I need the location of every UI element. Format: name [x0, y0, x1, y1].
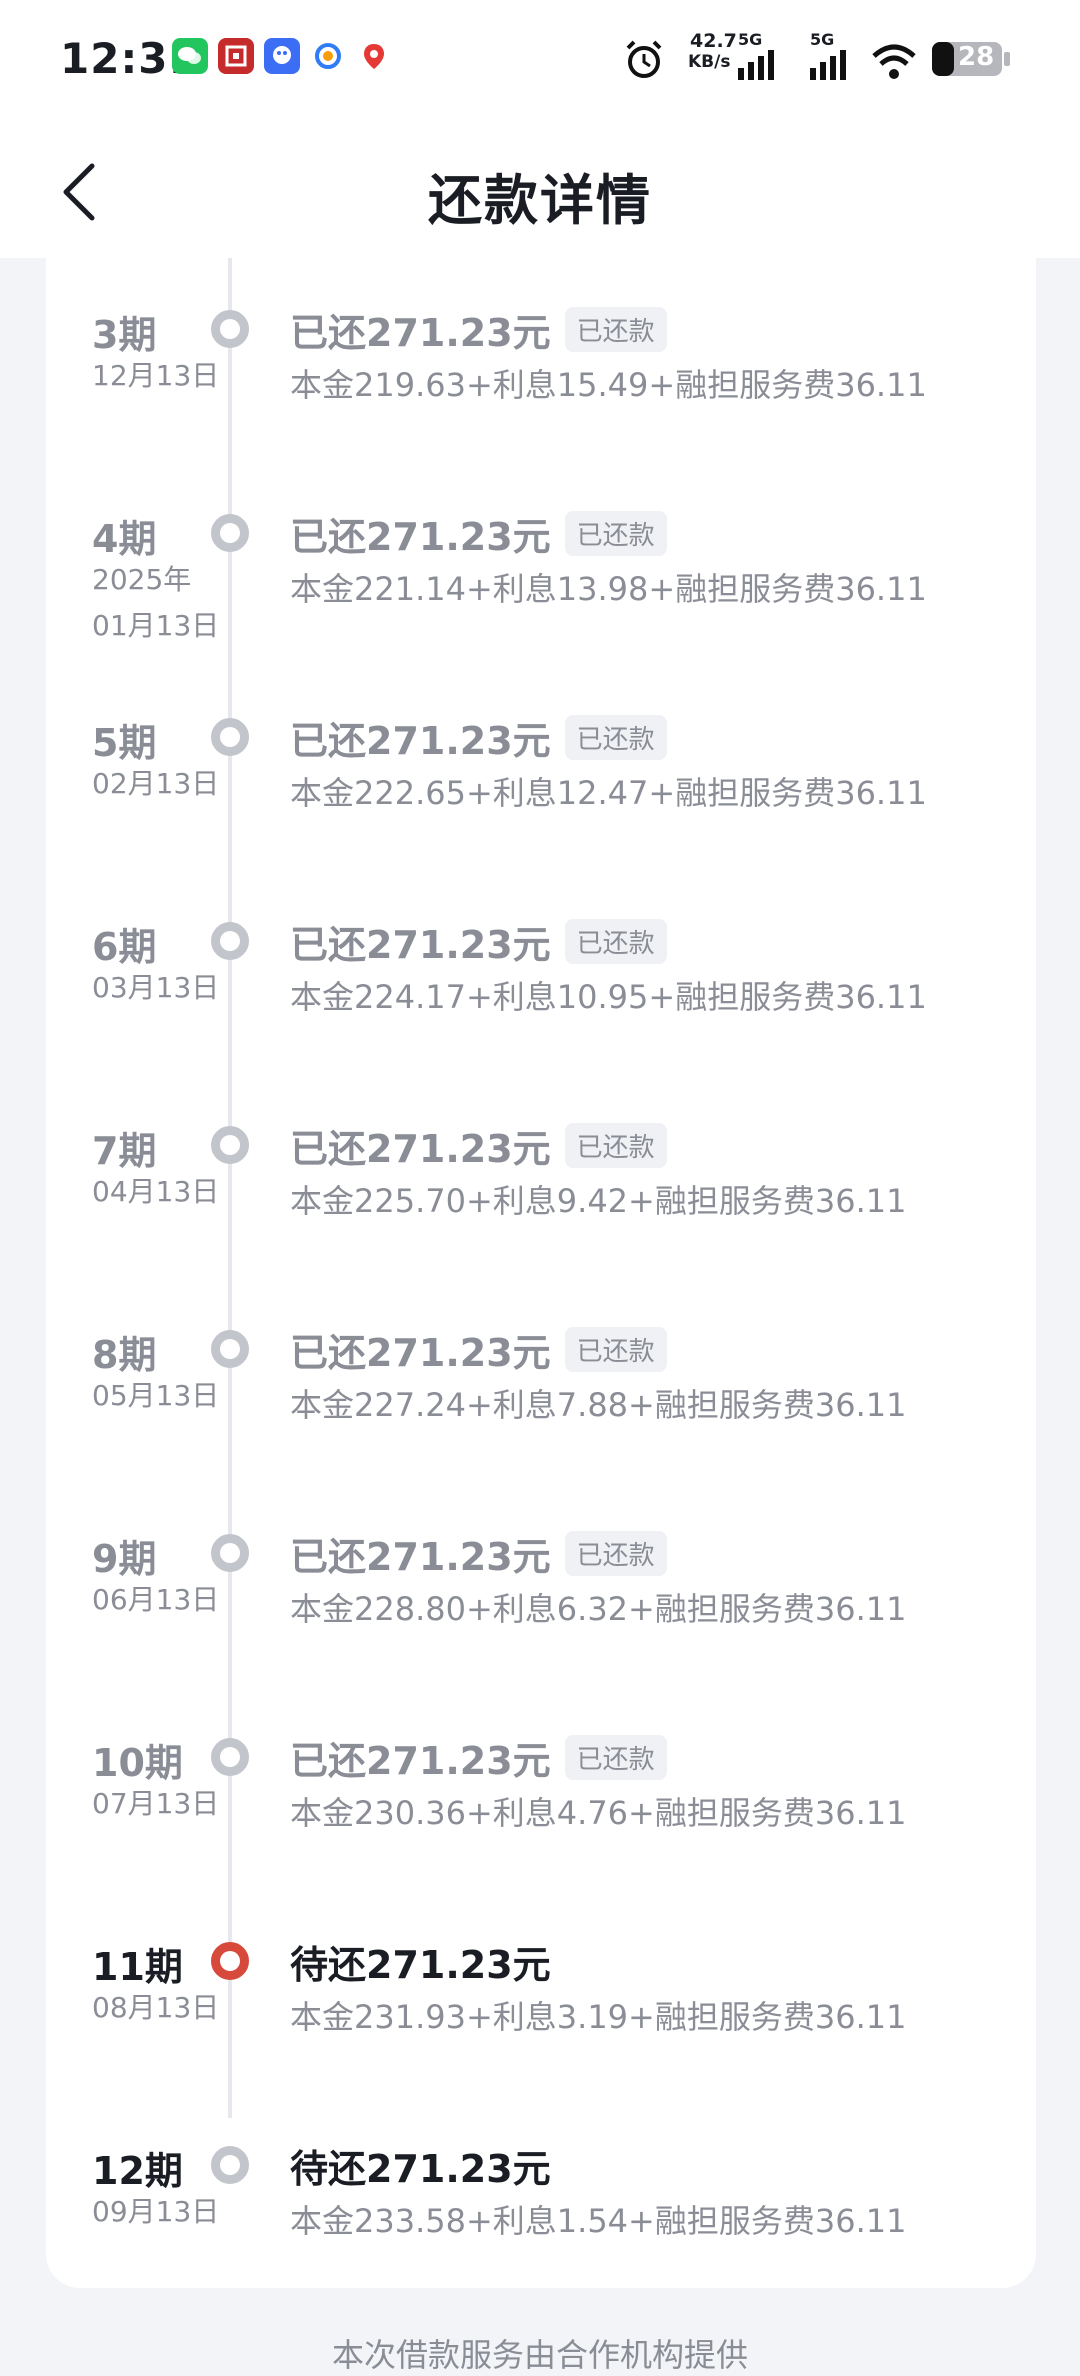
- installment-breakdown: 本金233.58+利息1.54+融担服务费36.11: [290, 2202, 907, 2240]
- installment-date: 04月13日: [92, 1175, 220, 1208]
- repayment-schedule-card: 3期 12月13日 已还271.23元 已还款 本金219.63+利息15.49+融担服…: [46, 258, 1036, 2288]
- installment-row[interactable]: 8期 05月13日 已还271.23元 已还款本金227.24+利息7.88+融担服务…: [46, 1300, 1036, 1500]
- timeline-dot-icon: [211, 922, 249, 960]
- installment-period: 8期: [92, 1333, 157, 1377]
- status-indicators: 42.7 KB/s 5G 5G 28: [620, 30, 1020, 82]
- installment-row[interactable]: 3期 12月13日 已还271.23元 已还款本金219.63+利息15.49+融担服…: [46, 280, 1036, 480]
- paid-status-badge: 已还款: [564, 1531, 667, 1576]
- installment-period: 4期: [92, 517, 157, 561]
- paid-status-badge: 已还款: [564, 1123, 667, 1168]
- installment-period: 7期: [92, 1129, 157, 1173]
- timeline-dot-icon: [211, 2146, 249, 2184]
- installment-breakdown: 本金224.17+利息10.95+融担服务费36.11: [290, 978, 927, 1016]
- bank-icon: [218, 38, 254, 74]
- installment-status: 已还271.23元 已还款: [290, 1322, 667, 1378]
- nav-bar: 还款详情: [0, 118, 1080, 258]
- net-speed: 42.7: [690, 30, 737, 52]
- installment-breakdown: 本金230.36+利息4.76+融担服务费36.11: [290, 1794, 907, 1832]
- installment-period: 10期: [92, 1741, 183, 1785]
- installment-breakdown: 本金227.24+利息7.88+融担服务费36.11: [290, 1386, 907, 1424]
- timeline-dot-icon: [211, 1126, 249, 1164]
- installment-date: 02月13日: [92, 767, 220, 800]
- installment-amount: 已还271.23元: [290, 515, 551, 559]
- installment-row[interactable]: 9期 06月13日 已还271.23元 已还款本金228.80+利息6.32+融担服务…: [46, 1504, 1036, 1704]
- installment-amount: 已还271.23元: [290, 1535, 551, 1579]
- installment-date: 03月13日: [92, 971, 220, 1004]
- installment-amount: 已还271.23元: [290, 719, 551, 763]
- installment-amount: 已还271.23元: [290, 923, 551, 967]
- wifi-icon: [872, 44, 916, 79]
- installment-breakdown: 本金222.65+利息12.47+融担服务费36.11: [290, 774, 927, 812]
- current-installment-dot-icon: [211, 1942, 249, 1980]
- installment-date: 01月13日: [92, 609, 220, 642]
- installment-status: 已还271.23元 已还款: [290, 1526, 667, 1582]
- installment-amount: 已还271.23元: [290, 1127, 551, 1171]
- installment-status: 待还271.23元: [290, 1934, 551, 1990]
- installment-date: 2025年: [92, 563, 192, 596]
- timeline-dot-icon: [211, 1738, 249, 1776]
- signal-label-1: 5G: [738, 30, 763, 49]
- paid-status-badge: 已还款: [564, 715, 667, 760]
- signal-label-2: 5G: [810, 30, 835, 49]
- signal-icon-2: [810, 50, 846, 80]
- battery-level: 28: [958, 42, 995, 72]
- alarm-icon: [626, 40, 662, 78]
- installment-breakdown: 本金228.80+利息6.32+融担服务费36.11: [290, 1590, 907, 1628]
- installment-status: 已还271.23元 已还款: [290, 1730, 667, 1786]
- installment-row[interactable]: 4期 2025年 01月13日 已还271.23元 已还款本金221.14+利息13.9…: [46, 484, 1036, 684]
- installment-row[interactable]: 5期 02月13日 已还271.23元 已还款本金222.65+利息12.47+融担服…: [46, 688, 1036, 888]
- installment-amount: 待还271.23元: [290, 2147, 551, 2191]
- timeline-dot-icon: [211, 310, 249, 348]
- paid-status-badge: 已还款: [564, 1735, 667, 1780]
- status-bar: 12:31 42.7 KB/s 5G 5G 28: [0, 0, 1080, 118]
- installment-date: 09月13日: [92, 2195, 220, 2228]
- installment-date: 08月13日: [92, 1991, 220, 2024]
- installment-row[interactable]: 10期 07月13日 已还271.23元 已还款本金230.36+利息4.76+融担服…: [46, 1708, 1036, 1908]
- footer-note: 本次借款服务由合作机构提供: [331, 2336, 748, 2374]
- paid-status-badge: 已还款: [564, 511, 667, 556]
- signal-icon-1: [738, 50, 774, 80]
- timeline-dot-icon: [211, 1330, 249, 1368]
- installment-period: 11期: [92, 1945, 183, 1989]
- installment-status: 已还271.23元 已还款: [290, 914, 667, 970]
- browser-icon: [310, 38, 346, 74]
- installment-date: 05月13日: [92, 1379, 220, 1412]
- net-unit: KB/s: [688, 52, 731, 72]
- paid-status-badge: 已还款: [564, 307, 667, 352]
- installment-status: 待还271.23元: [290, 2138, 551, 2194]
- installment-period: 12期: [92, 2149, 183, 2193]
- timeline-dot-icon: [211, 514, 249, 552]
- installment-amount: 已还271.23元: [290, 311, 551, 355]
- installment-status: 已还271.23元 已还款: [290, 506, 667, 562]
- qq-icon: [264, 38, 300, 74]
- installment-breakdown: 本金225.70+利息9.42+融担服务费36.11: [290, 1182, 907, 1220]
- paid-status-badge: 已还款: [564, 919, 667, 964]
- wechat-icon: [172, 38, 208, 74]
- installment-date: 12月13日: [92, 359, 220, 392]
- timeline-dot-icon: [211, 1534, 249, 1572]
- installment-row[interactable]: 11期 08月13日 待还271.23元本金231.93+利息3.19+融担服务费3…: [46, 1912, 1036, 2112]
- paid-status-badge: 已还款: [564, 1327, 667, 1372]
- installment-status: 已还271.23元 已还款: [290, 710, 667, 766]
- installment-breakdown: 本金219.63+利息15.49+融担服务费36.11: [290, 366, 927, 404]
- installment-period: 6期: [92, 925, 157, 969]
- installment-row[interactable]: 7期 04月13日 已还271.23元 已还款本金225.70+利息9.42+融担服务…: [46, 1096, 1036, 1296]
- installment-amount: 待还271.23元: [290, 1943, 551, 1987]
- installment-period: 9期: [92, 1537, 157, 1581]
- installment-status: 已还271.23元 已还款: [290, 302, 667, 358]
- installment-status: 已还271.23元 已还款: [290, 1118, 667, 1174]
- installment-breakdown: 本金221.14+利息13.98+融担服务费36.11: [290, 570, 927, 608]
- installment-row[interactable]: 6期 03月13日 已还271.23元 已还款本金224.17+利息10.95+融担服…: [46, 892, 1036, 1092]
- maps-icon: [356, 38, 392, 74]
- timeline-dot-icon: [211, 718, 249, 756]
- installment-period: 5期: [92, 721, 157, 765]
- installment-amount: 已还271.23元: [290, 1739, 551, 1783]
- installment-amount: 已还271.23元: [290, 1331, 551, 1375]
- page-title: 还款详情: [428, 169, 652, 232]
- installment-date: 06月13日: [92, 1583, 220, 1616]
- installment-row[interactable]: 12期 09月13日 待还271.23元本金233.58+利息1.54+融担服务费3…: [46, 2116, 1036, 2316]
- installment-period: 3期: [92, 313, 157, 357]
- installment-date: 07月13日: [92, 1787, 220, 1820]
- installment-breakdown: 本金231.93+利息3.19+融担服务费36.11: [290, 1998, 907, 2036]
